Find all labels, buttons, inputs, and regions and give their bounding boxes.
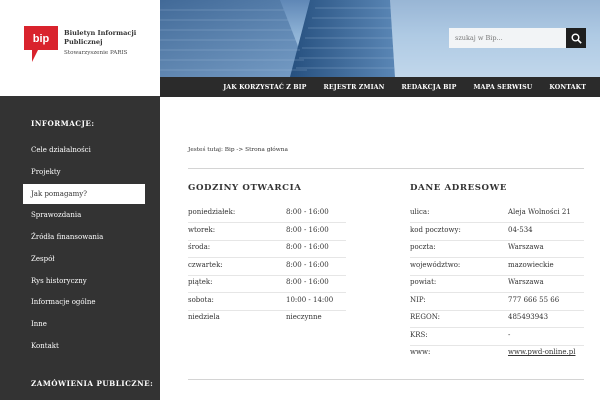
breadcrumb-separator: ->: [236, 147, 244, 153]
search-icon: [571, 33, 582, 44]
address-value: -: [508, 331, 511, 339]
hours-day: czwartek:: [188, 261, 223, 269]
hours-day: wtorek:: [188, 226, 216, 234]
nav-site-map[interactable]: MAPA SERWISU: [473, 84, 532, 91]
breadcrumb-current: Strona główna: [245, 147, 288, 153]
hours-day: piątek:: [188, 278, 213, 286]
hours-value: 10:00 - 14:00: [286, 296, 334, 304]
address-value: mazowieckie: [508, 261, 554, 269]
address-label: KRS:: [410, 331, 428, 339]
bip-logo-icon: bip: [24, 26, 58, 62]
address-row: powiat: Warszawa: [410, 275, 584, 293]
search-button[interactable]: [566, 28, 586, 48]
address-value: 485493943: [508, 313, 549, 321]
hours-day: niedziela: [188, 313, 220, 321]
address-value: Warszawa: [508, 278, 544, 286]
hours-day: środa:: [188, 243, 211, 251]
address-label: NIP:: [410, 296, 426, 304]
address-label: województwo:: [410, 261, 461, 269]
hours-value: 8:00 - 16:00: [286, 278, 329, 286]
hours-row: czwartek: 8:00 - 16:00: [188, 258, 346, 276]
search-box: [449, 28, 586, 48]
hours-value: 8:00 - 16:00: [286, 208, 329, 216]
hours-row: poniedziałek: 8:00 - 16:00: [188, 205, 346, 223]
address-label: poczta:: [410, 243, 436, 251]
hours-day: poniedziałek:: [188, 208, 236, 216]
address-row: województwo: mazowieckie: [410, 258, 584, 276]
sidebar-item-funding-sources[interactable]: Źródła finansowania: [23, 227, 145, 247]
address-label: kod pocztowy:: [410, 226, 461, 234]
address-value: 04-534: [508, 226, 533, 234]
nav-how-to-use-bip[interactable]: JAK KORZYSTAĆ Z BIP: [223, 84, 306, 91]
address-row: ulica: Aleja Wolności 21: [410, 205, 584, 223]
sidebar-heading-public-procurement: ZAMÓWIENIA PUBLICZNE:: [31, 379, 154, 388]
address-row: poczta: Warszawa: [410, 240, 584, 258]
opening-hours-title: GODZINY OTWARCIA: [188, 183, 302, 193]
sidebar-item-how-we-help[interactable]: Jak pomagamy?: [23, 184, 145, 204]
address-label: powiat:: [410, 278, 437, 286]
site-logo-area[interactable]: bip Biuletyn Informacji Publicznej Stowa…: [0, 0, 160, 96]
address-value: 777 666 55 66: [508, 296, 560, 304]
sidebar-item-reports[interactable]: Sprawozdania: [23, 205, 145, 225]
address-value: Warszawa: [508, 243, 544, 251]
hours-day: sobota:: [188, 296, 214, 304]
sidebar-item-goals[interactable]: Cele działalności: [23, 140, 145, 160]
sidebar-item-team[interactable]: Zespół: [23, 249, 145, 269]
sidebar-item-general-info[interactable]: Informacje ogólne: [23, 292, 145, 312]
hours-row: niedziela nieczynne: [188, 310, 346, 328]
search-input[interactable]: [449, 28, 566, 48]
site-title: Biuletyn Informacji Publicznej: [64, 29, 137, 46]
top-navigation: JAK KORZYSTAĆ Z BIP REJESTR ZMIAN REDAKC…: [160, 77, 600, 97]
hours-row: piątek: 8:00 - 16:00: [188, 275, 346, 293]
website-link[interactable]: www.pwd-online.pl: [508, 348, 575, 356]
sidebar-item-contact[interactable]: Kontakt: [23, 336, 145, 356]
nav-contact[interactable]: KONTAKT: [549, 84, 586, 91]
address-value: Aleja Wolności 21: [508, 208, 571, 216]
breadcrumb-prefix: Jesteś tutaj:: [188, 147, 223, 153]
address-row: NIP: 777 666 55 66: [410, 293, 584, 311]
sidebar-heading-informacje: INFORMACJE:: [31, 119, 95, 128]
nav-change-register[interactable]: REJESTR ZMIAN: [324, 84, 385, 91]
sidebar-item-other[interactable]: Inne: [23, 314, 145, 334]
nav-bip-editorial[interactable]: REDAKCJA BIP: [401, 84, 456, 91]
address-row: kod pocztowy: 04-534: [410, 223, 584, 241]
site-subtitle: Stowarzyszenie PARIS: [64, 50, 128, 56]
address-label: ulica:: [410, 208, 430, 216]
logo-text: bip: [33, 33, 50, 45]
hours-value: 8:00 - 16:00: [286, 243, 329, 251]
hours-row: sobota: 10:00 - 14:00: [188, 293, 346, 311]
address-row: www: www.pwd-online.pl: [410, 345, 584, 363]
sidebar-item-projects[interactable]: Projekty: [23, 162, 145, 182]
address-label: REGON:: [410, 313, 440, 321]
breadcrumb-home-link[interactable]: Bip: [225, 147, 235, 153]
divider-bottom: [188, 379, 584, 380]
hours-row: wtorek: 8:00 - 16:00: [188, 223, 346, 241]
address-title: DANE ADRESOWE: [410, 183, 508, 193]
hours-value: 8:00 - 16:00: [286, 261, 329, 269]
sidebar-item-history[interactable]: Rys historyczny: [23, 271, 145, 291]
hours-value: nieczynne: [286, 313, 322, 321]
breadcrumb: Jesteś tutaj: Bip -> Strona główna: [188, 147, 288, 153]
hours-row: środa: 8:00 - 16:00: [188, 240, 346, 258]
address-row: REGON: 485493943: [410, 310, 584, 328]
address-label: www:: [410, 348, 431, 356]
hours-value: 8:00 - 16:00: [286, 226, 329, 234]
sidebar: INFORMACJE: Cele działalności Projekty J…: [0, 96, 160, 400]
address-row: KRS: -: [410, 328, 584, 346]
divider-top: [188, 168, 584, 169]
